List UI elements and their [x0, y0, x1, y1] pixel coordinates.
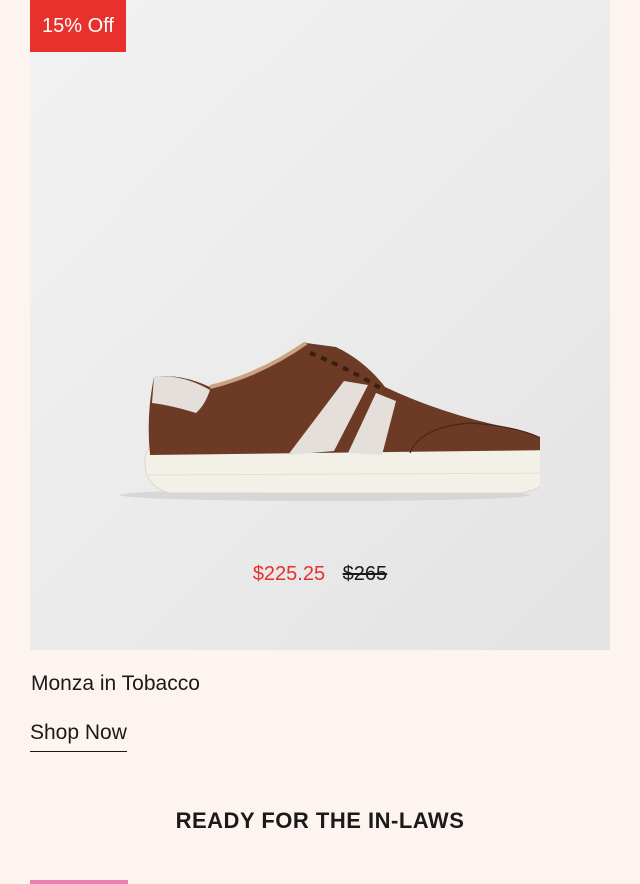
original-price: $265	[342, 563, 388, 585]
sale-price: $225.25	[252, 563, 326, 585]
discount-badge: 15% Off	[30, 0, 126, 52]
shop-now-link[interactable]: Shop Now	[30, 721, 127, 752]
sneaker-product-image[interactable]	[110, 335, 540, 510]
product-image-area[interactable]: $225.25 $265	[30, 0, 610, 650]
product-name[interactable]: Monza in Tobacco	[31, 672, 200, 696]
section-heading: READY FOR THE IN-LAWS	[175, 808, 465, 833]
next-section-accent	[30, 880, 128, 884]
price-row: $225.25 $265	[30, 563, 610, 586]
